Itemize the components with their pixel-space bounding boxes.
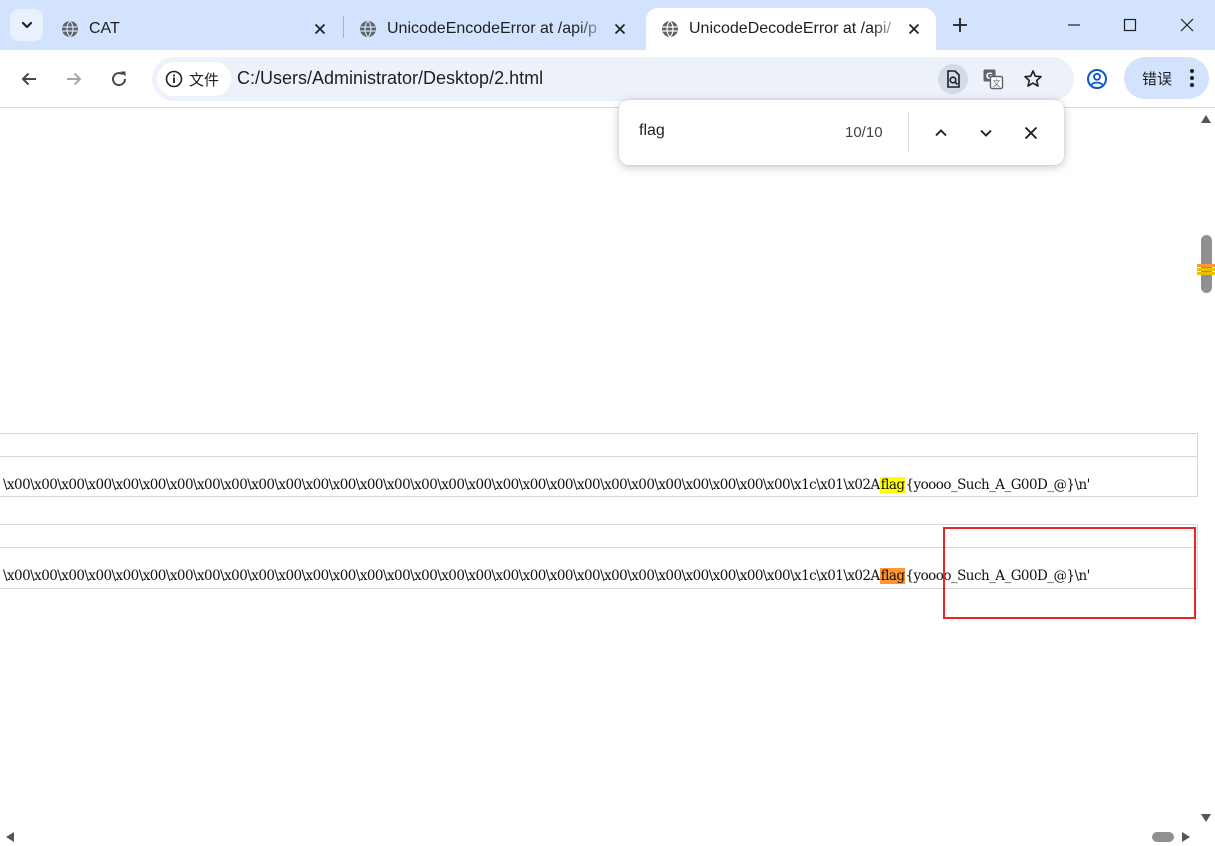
find-input[interactable] [639,122,819,140]
security-chip-label: 文件 [189,71,220,89]
maximize-icon [1123,18,1137,32]
close-icon [1024,126,1038,140]
close-icon [908,23,920,35]
find-result-marker [1197,272,1215,275]
tab-unicode-decode-error[interactable]: UnicodeDecodeError at /api/ [646,8,936,50]
site-info-chip[interactable]: 文件 [157,62,232,96]
globe-icon [662,20,678,38]
reload-button[interactable] [106,66,132,92]
scroll-up-arrow[interactable] [1201,115,1211,123]
code-line: \x00\x00\x00\x00\x00\x00\x00\x00\x00\x00… [3,477,1090,493]
scroll-right-arrow[interactable] [1182,832,1190,842]
table-row [0,433,1198,457]
current-find-match-highlight: flag [879,568,906,584]
chevron-down-icon [980,129,992,137]
more-vert-icon [1190,69,1194,87]
vertical-scrollbar[interactable] [1198,109,1215,828]
error-label: 错误 [1142,70,1173,88]
tab-title: UnicodeEncodeError at /api/p [387,20,597,37]
omnibox[interactable]: 文件 C:/Users/Administrator/Desktop/2.html… [152,57,1074,101]
tab-unicode-encode-error[interactable]: UnicodeEncodeError at /api/p [344,8,642,50]
scroll-left-arrow[interactable] [6,832,14,842]
tab-search-button[interactable] [10,9,43,41]
arrow-right-icon [67,72,82,86]
minimize-button[interactable] [1064,15,1084,35]
close-icon [614,23,626,35]
tab-strip: CAT UnicodeEncodeError at /api/p Unicode… [0,0,1215,50]
error-menu-button[interactable]: 错误 [1124,57,1209,99]
close-tab-button[interactable] [610,19,630,39]
profile-button[interactable] [1084,66,1110,92]
url-text[interactable]: C:/Users/Administrator/Desktop/2.html [237,68,543,89]
tab-title: UnicodeDecodeError at /api/ [689,20,891,37]
code-text: \x00\x00\x00\x00\x00\x00\x00\x00\x00\x00… [3,477,880,493]
scroll-down-arrow[interactable] [1201,814,1211,822]
close-icon [314,23,326,35]
annotation-box [943,527,1196,619]
find-result-marker [1197,264,1215,267]
tab-title: CAT [89,20,120,37]
close-tab-button[interactable] [310,19,330,39]
code-line: \x00\x00\x00\x00\x00\x00\x00\x00\x00\x00… [3,568,1090,584]
maximize-button[interactable] [1120,15,1140,35]
page-content: \x00\x00\x00\x00\x00\x00\x00\x00\x00\x00… [0,109,1198,828]
find-in-page-button[interactable] [938,64,968,94]
find-bar: 10/10 [619,100,1064,165]
plus-icon [953,18,967,32]
bookmark-button[interactable] [1018,64,1048,94]
find-close-button[interactable] [1018,120,1044,146]
horizontal-scrollbar[interactable] [0,828,1215,846]
find-result-marker [1197,268,1215,271]
globe-icon [62,20,78,38]
find-next-button[interactable] [973,120,999,146]
chevron-down-icon [21,21,32,29]
tab-cat[interactable]: CAT [46,8,342,50]
minimize-icon [1068,24,1080,26]
code-text: {yoooo_Such_A_G00D_@}\n' [905,477,1090,493]
close-icon [1180,18,1194,32]
star-icon [1024,70,1042,87]
chevron-up-icon [935,129,947,137]
translate-icon: G文 [983,69,1004,90]
reload-icon [112,71,127,87]
close-tab-button[interactable] [904,19,924,39]
code-text: \x00\x00\x00\x00\x00\x00\x00\x00\x00\x00… [3,568,880,584]
find-in-page-icon [947,70,960,88]
account-icon [1087,69,1107,89]
horizontal-scroll-thumb[interactable] [1152,832,1174,842]
find-match-count: 10/10 [845,124,883,141]
info-icon [165,70,183,88]
new-tab-button[interactable] [948,13,972,37]
find-previous-button[interactable] [928,120,954,146]
globe-icon [360,20,376,38]
find-match-highlight: flag [879,477,906,493]
arrow-left-icon [21,72,36,86]
close-window-button[interactable] [1177,15,1197,35]
forward-button[interactable] [61,66,87,92]
translate-button[interactable]: G文 [978,64,1008,94]
back-button[interactable] [16,66,42,92]
find-divider [908,112,909,152]
svg-text:文: 文 [993,78,1001,88]
